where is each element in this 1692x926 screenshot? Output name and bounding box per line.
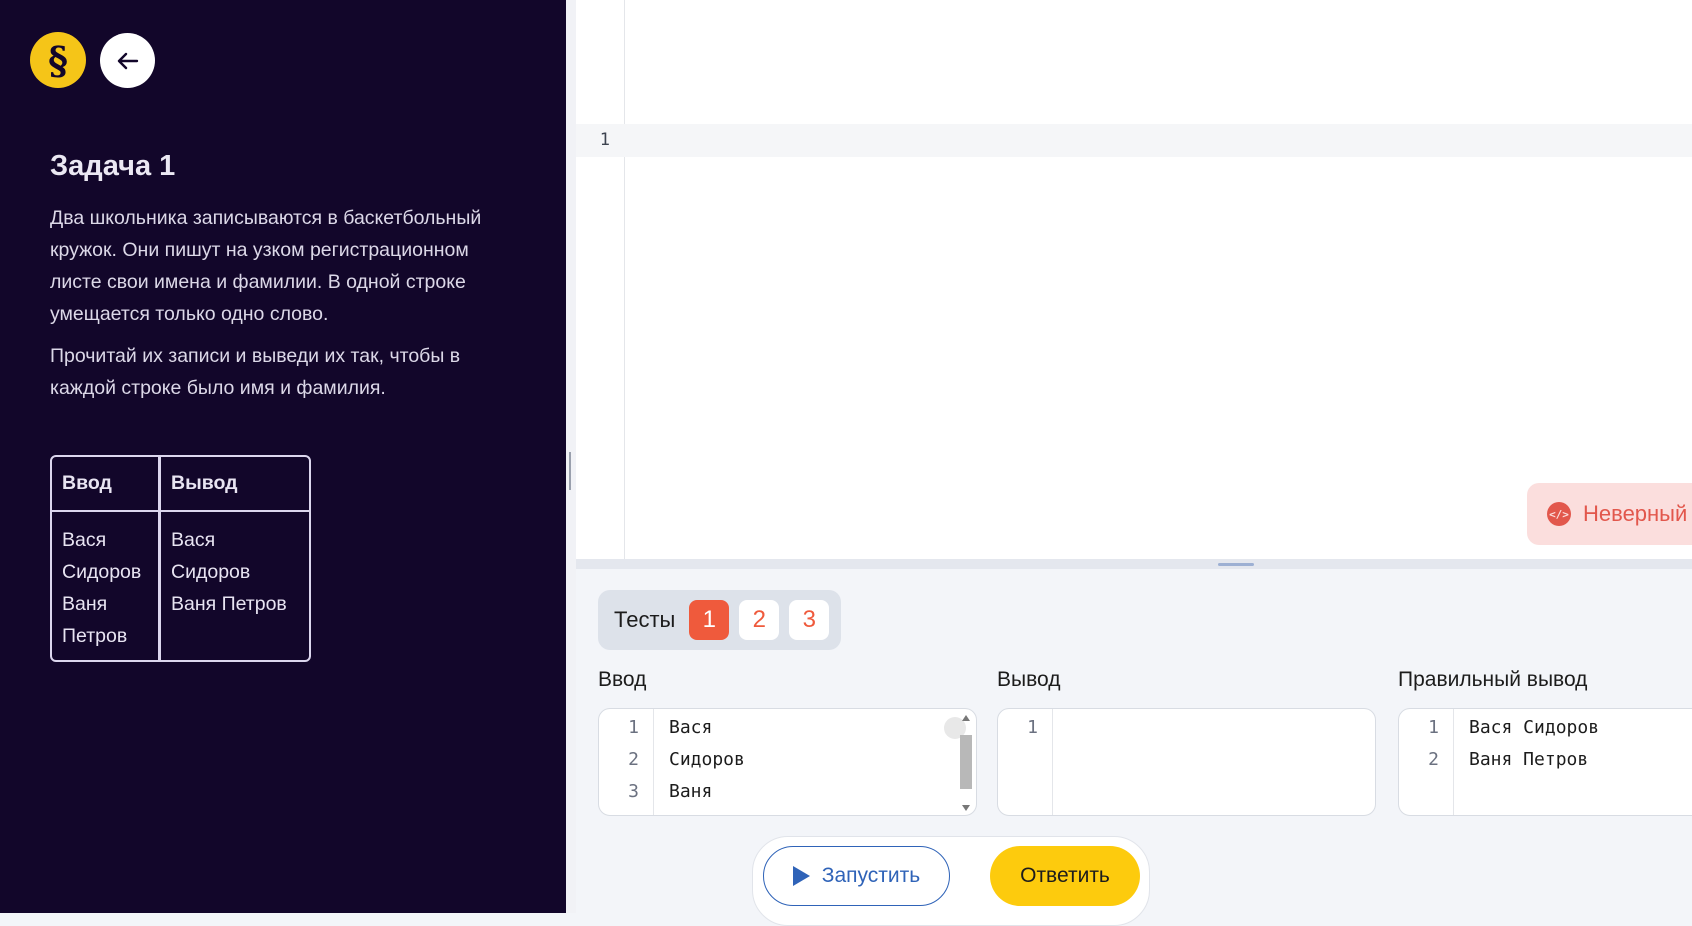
output-pane-label: Вывод bbox=[997, 668, 1061, 691]
output-box: 1 bbox=[997, 708, 1376, 816]
answer-label: Ответить bbox=[1020, 864, 1110, 887]
input-pane-label: Ввод bbox=[598, 668, 647, 691]
back-button[interactable] bbox=[100, 33, 155, 88]
example-header-output: Вывод bbox=[159, 457, 309, 512]
horizontal-splitter-handle[interactable] bbox=[1218, 563, 1254, 566]
description-paragraph: Прочитай их записи и выведи их так, чтоб… bbox=[50, 345, 461, 399]
logo-glyph: § bbox=[48, 37, 68, 83]
example-table: Ввод Вывод Вася Сидоров Ваня Петров Вася… bbox=[50, 455, 311, 662]
code-editor[interactable]: 1 bbox=[576, 0, 1692, 559]
scroll-down-icon[interactable] bbox=[962, 805, 970, 811]
input-scrollbar[interactable] bbox=[958, 715, 974, 811]
scroll-up-icon[interactable] bbox=[962, 715, 970, 721]
arrow-left-icon bbox=[117, 52, 138, 69]
vertical-splitter[interactable] bbox=[566, 0, 576, 913]
logo-icon[interactable]: § bbox=[30, 32, 86, 88]
test-tab-2[interactable]: 2 bbox=[739, 600, 780, 640]
answer-button[interactable]: Ответить bbox=[990, 846, 1140, 906]
verdict-label: Неверный bbox=[1583, 501, 1688, 526]
splitter-handle[interactable] bbox=[569, 452, 571, 490]
test-tab-3[interactable]: 3 bbox=[789, 600, 830, 640]
play-icon bbox=[792, 866, 810, 886]
description-paragraph: Два школьника записываются в баскетбольн… bbox=[50, 207, 482, 325]
editor-active-line[interactable] bbox=[576, 124, 1692, 157]
tests-label: Тесты bbox=[614, 607, 676, 632]
test-tab-1[interactable]: 1 bbox=[689, 600, 730, 640]
example-header-input: Ввод bbox=[52, 457, 161, 512]
input-box[interactable]: 1 Вася 2 Сидоров 3 Ваня bbox=[598, 708, 977, 816]
run-button[interactable]: Запустить bbox=[763, 846, 950, 906]
code-icon: </> bbox=[1547, 502, 1571, 526]
task-sidebar: § Задача 1 Два школьника записываются в … bbox=[0, 0, 566, 913]
expected-pane-label: Правильный вывод bbox=[1398, 668, 1588, 691]
example-input-cell: Вася Сидоров Ваня Петров bbox=[52, 511, 161, 660]
task-title: Задача 1 bbox=[50, 150, 176, 182]
editor-gutter bbox=[576, 0, 625, 559]
scroll-thumb[interactable] bbox=[960, 735, 972, 789]
run-label: Запустить bbox=[821, 864, 921, 887]
tests-selector: Тесты 1 2 3 bbox=[598, 590, 841, 650]
expected-box: 1 Вася Сидоров 2 Ваня Петров bbox=[1398, 708, 1692, 816]
task-description: Два школьника записываются в баскетбольн… bbox=[50, 202, 510, 414]
example-output-cell: Вася Сидоров Ваня Петров bbox=[171, 529, 287, 615]
horizontal-splitter[interactable] bbox=[576, 559, 1692, 569]
verdict-badge[interactable]: </> Неверный bbox=[1527, 483, 1692, 545]
editor-line-number: 1 bbox=[599, 130, 610, 150]
